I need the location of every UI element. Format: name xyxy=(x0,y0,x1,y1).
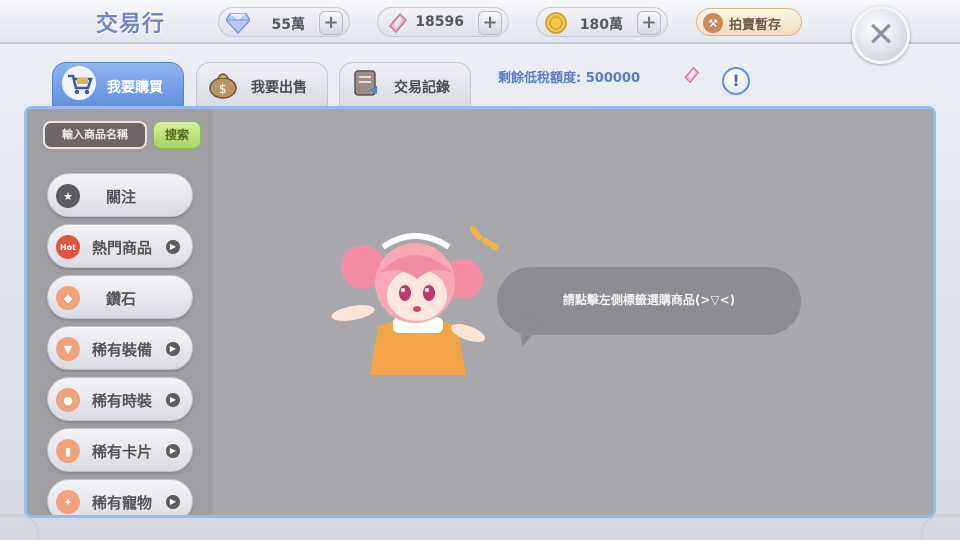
pet-bone-icon: ✦ xyxy=(56,490,80,514)
category-label: 稀有卡片 xyxy=(92,443,153,461)
category-label: 關注 xyxy=(105,188,136,206)
auction-storage-button[interactable]: ⚒ 拍賣暫存 xyxy=(696,8,802,36)
category-label: 鑽石 xyxy=(105,290,136,308)
search-button[interactable]: 搜索 xyxy=(153,121,201,149)
cart-icon xyxy=(59,63,99,103)
category-label: 熱門商品 xyxy=(92,239,153,257)
main-panel: 輸入商品名稱 搜索 ★ 關注 Hot 熱門商品 ▶ ◆ 鑽石 ▼ 稀有裝備 ▶ … xyxy=(24,106,936,518)
costume-icon: ● xyxy=(56,388,80,412)
hammer-icon: ⚒ xyxy=(703,13,723,33)
tab-records[interactable]: 交易記錄 xyxy=(339,62,471,108)
category-rare-costume[interactable]: ● 稀有時裝 ▶ xyxy=(47,377,193,421)
page-title: 交易行 xyxy=(96,12,166,37)
info-icon: ! xyxy=(732,71,740,90)
crystal-icon xyxy=(682,66,700,84)
category-label: 稀有寵物 xyxy=(92,494,153,512)
zeny-currency: 180萬 + xyxy=(536,7,668,37)
record-icon xyxy=(346,63,386,103)
tab-buy[interactable]: 我要購買 xyxy=(52,62,184,108)
category-rare-equipment[interactable]: ▼ 稀有裝備 ▶ xyxy=(47,326,193,370)
diamond-amount: 55萬 xyxy=(271,17,305,33)
category-hot-items[interactable]: Hot 熱門商品 ▶ xyxy=(47,224,193,268)
tab-buy-label: 我要購買 xyxy=(107,80,163,96)
tab-records-label: 交易記錄 xyxy=(394,80,450,96)
low-tax-quota: 剩餘低稅額度: 500000 xyxy=(498,71,640,86)
hint-speech-bubble: 請點擊左側標籤選購商品(>▽<) xyxy=(497,267,801,335)
chevron-right-icon: ▶ xyxy=(166,240,180,254)
chevron-right-icon: ▶ xyxy=(166,495,180,509)
diamond-currency: 55萬 + xyxy=(218,7,350,37)
category-rare-pet[interactable]: ✦ 稀有寵物 ▶ xyxy=(47,479,193,515)
category-follow[interactable]: ★ 關注 xyxy=(47,173,193,217)
hot-icon: Hot xyxy=(56,235,80,259)
zeny-amount: 180萬 xyxy=(579,17,623,33)
category-label: 稀有裝備 xyxy=(92,341,153,359)
crystal-currency: 18596 + xyxy=(377,7,509,37)
close-button[interactable]: ✕ xyxy=(852,6,910,64)
category-sidebar: 輸入商品名稱 搜索 ★ 關注 Hot 熱門商品 ▶ ◆ 鑽石 ▼ 稀有裝備 ▶ … xyxy=(27,109,213,515)
zeny-coin-icon xyxy=(543,10,569,36)
hint-text: 請點擊左側標籤選購商品(>▽<) xyxy=(562,293,736,307)
category-diamond[interactable]: ◆ 鑽石 xyxy=(47,275,193,319)
auction-storage-label: 拍賣暫存 xyxy=(729,18,782,33)
chevron-right-icon: ▶ xyxy=(166,342,180,356)
add-zeny-button[interactable]: + xyxy=(637,11,661,35)
top-bar: 交易行 55萬 + 18596 + 180萬 + ⚒ 拍賣暫存 xyxy=(0,0,960,44)
armor-icon: ▼ xyxy=(56,337,80,361)
mascot-character xyxy=(323,217,513,377)
info-button[interactable]: ! xyxy=(722,67,750,95)
add-diamond-button[interactable]: + xyxy=(319,11,343,35)
diamond-icon xyxy=(225,10,251,36)
tab-sell[interactable]: $ 我要出售 xyxy=(196,62,328,108)
search-input[interactable]: 輸入商品名稱 xyxy=(43,121,147,149)
crystal-amount: 18596 xyxy=(415,14,464,30)
add-crystal-button[interactable]: + xyxy=(478,11,502,35)
chevron-right-icon: ▶ xyxy=(166,393,180,407)
close-icon: ✕ xyxy=(866,15,896,55)
money-bag-icon: $ xyxy=(203,63,243,103)
chevron-right-icon: ▶ xyxy=(166,444,180,458)
product-content-area: 請點擊左側標籤選購商品(>▽<) xyxy=(213,109,933,515)
category-rare-card[interactable]: ▮ 稀有卡片 ▶ xyxy=(47,428,193,472)
card-icon: ▮ xyxy=(56,439,80,463)
tab-sell-label: 我要出售 xyxy=(251,80,307,96)
category-label: 稀有時裝 xyxy=(92,392,153,410)
svg-text:$: $ xyxy=(219,82,227,96)
crystal-icon xyxy=(384,10,410,36)
